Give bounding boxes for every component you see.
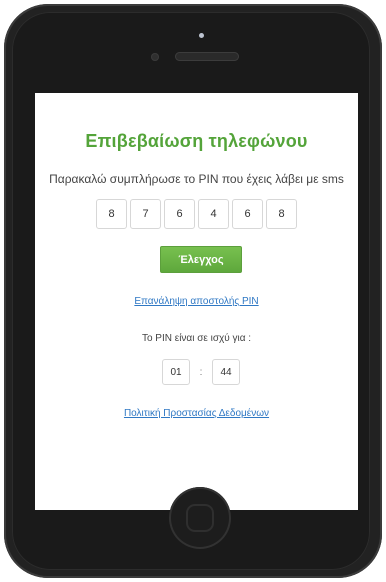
instruction-text: Παρακαλώ συμπλήρωσε το PIN που έχεις λάβ… xyxy=(49,172,344,186)
phone-screen: Επιβεβαίωση τηλεφώνου Παρακαλώ συμπλήρωσ… xyxy=(35,93,358,510)
home-button[interactable] xyxy=(169,487,231,549)
pin-validity-label: Το PIN είναι σε ισχύ για : xyxy=(141,333,252,344)
timer-minutes: 01 xyxy=(162,359,190,385)
pin-digit-input[interactable]: 6 xyxy=(164,199,195,229)
home-square-icon xyxy=(186,504,214,532)
timer-seconds: 44 xyxy=(212,359,240,385)
verify-button[interactable]: Έλεγχος xyxy=(160,246,242,273)
phone-frame: Επιβεβαίωση τηλεφώνου Παρακαλώ συμπλήρωσ… xyxy=(0,0,386,582)
pin-digit-input[interactable]: 8 xyxy=(266,199,297,229)
speaker-grille xyxy=(175,52,239,61)
privacy-policy-link[interactable]: Πολιτική Προστασίας Δεδομένων xyxy=(35,408,358,419)
sensor-icon xyxy=(151,53,159,61)
pin-input-group: 8 7 6 4 6 8 xyxy=(96,199,297,229)
pin-digit-input[interactable]: 8 xyxy=(96,199,127,229)
camera-icon xyxy=(199,33,204,38)
pin-digit-input[interactable]: 4 xyxy=(198,199,229,229)
pin-digit-input[interactable]: 6 xyxy=(232,199,263,229)
timer-separator: : xyxy=(199,366,203,378)
pin-digit-input[interactable]: 7 xyxy=(130,199,161,229)
countdown-timer: 01 : 44 xyxy=(162,359,240,385)
page-title: Επιβεβαίωση τηλεφώνου xyxy=(85,131,308,151)
resend-pin-link[interactable]: Επανάληψη αποστολής PIN xyxy=(35,296,358,307)
